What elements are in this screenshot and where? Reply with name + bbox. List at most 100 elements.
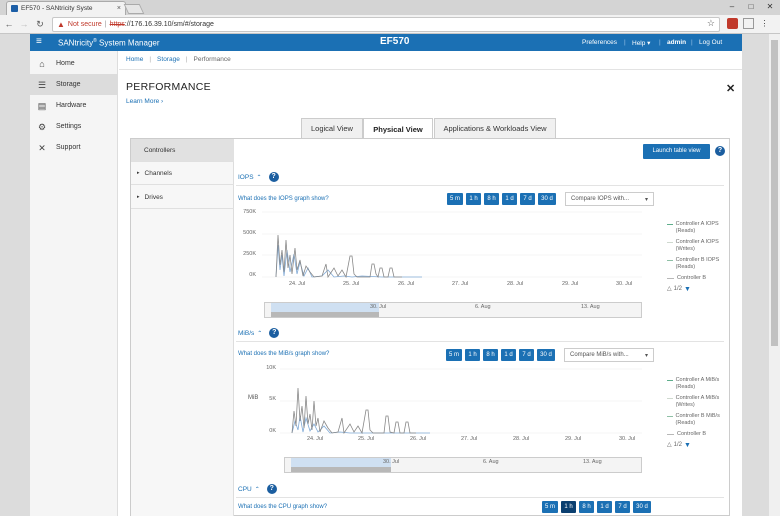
range-1h[interactable]: 1 h [466, 193, 481, 205]
user-menu[interactable]: admin [667, 39, 686, 46]
iops-compare-select[interactable]: Compare IOPS with... ▾ [565, 192, 654, 206]
range-1h[interactable]: 1 h [561, 501, 576, 513]
mibs-compare-select[interactable]: Compare MiB/s with... ▾ [564, 348, 654, 362]
extension-icon[interactable] [727, 18, 738, 29]
nav-tick: 6. Aug [475, 304, 491, 310]
up-arrow-icon[interactable]: △ [667, 286, 672, 293]
range-1d[interactable]: 1 d [501, 349, 516, 361]
iops-navigator[interactable]: 30. Jul 6. Aug 13. Aug [264, 302, 642, 318]
url-input[interactable]: ▲ Not secure | https://176.16.39.10/sm/#… [52, 17, 720, 32]
navigator-scrollbar[interactable] [291, 467, 391, 472]
iops-what-link[interactable]: What does the IOPS graph show? [238, 196, 329, 202]
learn-more-link[interactable]: Learn More › [126, 98, 163, 105]
legend-item[interactable]: Controller B MiB/s (Reads) [667, 413, 727, 427]
mibs-what-link[interactable]: What does the MiB/s graph show? [238, 351, 329, 357]
sidebar-item-settings[interactable]: ⚙ Settings [30, 116, 118, 137]
sidebar-item-hardware[interactable]: ▤ Hardware [30, 95, 118, 116]
legend-pager: △ 1/2 ▼ [667, 442, 727, 449]
navigator-selection[interactable] [271, 303, 379, 312]
browser-tab[interactable]: EF570 - SANtricity Syste × [6, 1, 126, 15]
close-icon[interactable]: ✕ [726, 82, 735, 95]
favicon-icon [11, 5, 18, 12]
help-icon[interactable]: ? [266, 484, 277, 494]
back-icon[interactable]: ← [3, 18, 15, 30]
tab-physical-view[interactable]: Physical View [363, 118, 433, 140]
legend-item[interactable]: Controller A MiB/s (Writes) [667, 395, 727, 409]
up-arrow-icon[interactable]: △ [667, 442, 672, 449]
range-30d[interactable]: 30 d [633, 501, 651, 513]
range-7d[interactable]: 7 d [519, 349, 534, 361]
range-1h[interactable]: 1 h [465, 349, 480, 361]
home-icon: ⌂ [39, 58, 45, 69]
tab-applications-workloads-view[interactable]: Applications & Workloads View [434, 118, 556, 139]
legend-item[interactable]: Controller A MiB/s (Reads) [667, 377, 727, 391]
reload-icon[interactable]: ↻ [34, 18, 46, 30]
down-arrow-icon[interactable]: ▼ [684, 286, 691, 293]
down-arrow-icon[interactable]: ▼ [684, 442, 691, 449]
legend-item[interactable]: Controller B [667, 431, 727, 438]
range-8h[interactable]: 8 h [483, 349, 498, 361]
nav-controllers[interactable]: Controllers [131, 139, 234, 162]
iops-x-axis: 24. Jul 25. Jul 26. Jul 27. Jul 28. Jul … [285, 281, 645, 289]
mibs-legend: Controller A MiB/s (Reads) Controller A … [667, 377, 727, 449]
tab-logical-view[interactable]: Logical View [301, 118, 363, 139]
cpu-what-link[interactable]: What does the CPU graph show? [238, 504, 327, 510]
sidebar-item-storage[interactable]: ☰ Storage [30, 74, 118, 95]
help-icon[interactable]: ? [269, 328, 280, 338]
nav-tick: 30. Jul [370, 304, 387, 310]
forward-icon[interactable]: → [18, 18, 30, 30]
storage-icon: ☰ [37, 79, 47, 90]
storage-model: EF570 [380, 36, 410, 47]
breadcrumb-storage[interactable]: Storage [157, 56, 180, 63]
mibs-section-title[interactable]: MiB/s ⌃? [238, 328, 280, 338]
sidebar-item-label: Hardware [56, 102, 87, 109]
legend-item[interactable]: Controller B IOPS (Reads) [667, 257, 727, 271]
legend-label: Controller B [677, 275, 707, 281]
range-30d[interactable]: 30 d [537, 349, 555, 361]
bookmark-star-icon[interactable]: ☆ [707, 18, 715, 29]
minimize-icon[interactable]: – [722, 1, 742, 12]
iops-section-title[interactable]: IOPS ⌃? [238, 172, 279, 182]
legend-item[interactable]: Controller A IOPS (Reads) [667, 221, 727, 235]
window-close-icon[interactable]: ✕ [760, 1, 780, 12]
range-8h[interactable]: 8 h [579, 501, 594, 513]
range-1d[interactable]: 1 d [597, 501, 612, 513]
range-1d[interactable]: 1 d [502, 193, 517, 205]
sidebar-item-home[interactable]: ⌂ Home [30, 53, 118, 74]
range-5m[interactable]: 5 m [447, 193, 463, 205]
mibs-navigator[interactable]: 30. Jul 6. Aug 13. Aug [284, 457, 642, 473]
help-icon[interactable]: ? [268, 172, 279, 182]
extension-box-icon[interactable] [743, 18, 754, 29]
maximize-icon[interactable]: □ [741, 1, 761, 12]
range-5m[interactable]: 5 m [542, 501, 558, 513]
scrollbar-thumb[interactable] [771, 40, 778, 346]
help-icon[interactable]: ? [715, 146, 725, 156]
nav-channels[interactable]: ▸ Channels [131, 162, 234, 185]
legend-swatch [667, 380, 673, 381]
launch-table-view-button[interactable]: Launch table view [643, 144, 710, 159]
divider [236, 185, 724, 186]
breadcrumb-home[interactable]: Home [126, 56, 143, 63]
sidebar-item-label: Support [56, 144, 81, 151]
x-tick: 27. Jul [452, 281, 469, 287]
preferences-link[interactable]: Preferences [582, 39, 617, 46]
mibs-chart [280, 368, 642, 435]
navigator-selection[interactable] [291, 458, 391, 467]
sidebar-item-support[interactable]: ✕ Support [30, 137, 118, 158]
legend-item[interactable]: Controller A IOPS (Writes) [667, 239, 727, 253]
hamburger-menu-icon[interactable]: ≡ [36, 37, 42, 47]
close-tab-icon[interactable]: × [117, 5, 121, 12]
y-tick: 750K [243, 209, 256, 215]
range-7d[interactable]: 7 d [615, 501, 630, 513]
logout-link[interactable]: Log Out [699, 39, 722, 46]
legend-item[interactable]: Controller B [667, 275, 727, 282]
range-5m[interactable]: 5 m [446, 349, 462, 361]
navigator-scrollbar[interactable] [271, 312, 379, 317]
cpu-section-title[interactable]: CPU ⌃? [238, 484, 277, 494]
nav-drives[interactable]: ▸ Drives [131, 186, 234, 209]
range-7d[interactable]: 7 d [520, 193, 535, 205]
help-menu[interactable]: Help ▾ [632, 39, 650, 47]
range-30d[interactable]: 30 d [538, 193, 556, 205]
range-8h[interactable]: 8 h [484, 193, 499, 205]
menu-kebab-icon[interactable]: ⋮ [759, 18, 770, 29]
